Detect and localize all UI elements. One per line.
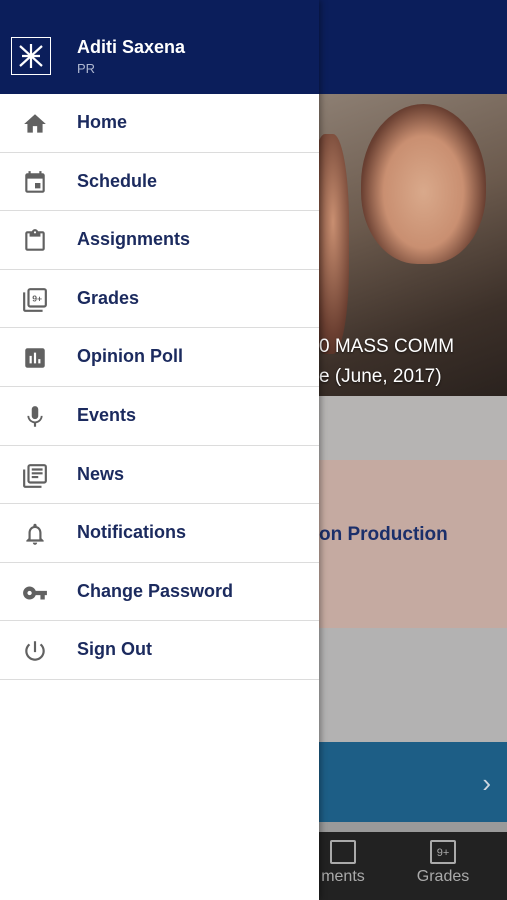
navigation-drawer: Aditi Saxena PR Home Schedule Assignment…: [0, 0, 319, 900]
hero-person-partial: [319, 134, 349, 354]
hero-subtitle: e (June, 2017): [319, 366, 442, 387]
info-bar[interactable]: ›: [319, 742, 507, 822]
menu-item-label: News: [77, 463, 125, 484]
menu-item-label: Home: [77, 112, 128, 132]
hero-title: 0 MASS COMM: [319, 336, 455, 357]
clipboard-icon: [330, 840, 356, 864]
calendar-icon: [22, 170, 48, 196]
grades-icon: 9+: [430, 840, 456, 864]
grades-badge-text: 9+: [32, 293, 42, 303]
menu-item-label: Notifications: [77, 522, 187, 543]
menu-item-grades[interactable]: 9+ Grades: [0, 270, 319, 329]
menu-item-label: Grades: [77, 287, 140, 308]
menu-item-sign-out[interactable]: Sign Out: [0, 621, 319, 680]
user-name: Aditi Saxena: [77, 37, 186, 57]
menu-item-label: Events: [77, 404, 137, 425]
drawer-menu: Home Schedule Assignments 9+ Grades Opin…: [0, 94, 319, 680]
section-divider: [319, 628, 507, 742]
user-role: PR: [77, 61, 96, 76]
power-icon: [22, 638, 48, 664]
bottom-nav-assignments-label: ments: [321, 868, 365, 885]
bell-icon: [22, 521, 48, 547]
menu-item-notifications[interactable]: Notifications: [0, 504, 319, 563]
menu-item-label: Change Password: [77, 580, 234, 601]
logo-icon: [11, 37, 51, 75]
home-icon: [22, 111, 48, 137]
grades-icon: 9+: [22, 287, 48, 313]
menu-item-change-password[interactable]: Change Password: [0, 563, 319, 622]
hero-banner[interactable]: 0 MASS COMM e (June, 2017): [319, 94, 507, 396]
poll-icon: [22, 345, 48, 371]
bottom-nav-assignments[interactable]: ments: [313, 840, 373, 886]
key-icon: [22, 580, 48, 606]
menu-item-home[interactable]: Home: [0, 94, 319, 153]
hero-person-photo: [361, 104, 486, 264]
menu-item-label: Opinion Poll: [77, 346, 183, 367]
section-divider: [319, 822, 507, 832]
clipboard-icon: [22, 228, 48, 254]
chevron-right-icon: ›: [482, 768, 491, 798]
bottom-nav-grades-label: Grades: [416, 868, 470, 885]
drawer-header: Aditi Saxena PR: [0, 0, 319, 94]
section-divider: [319, 396, 507, 460]
menu-item-schedule[interactable]: Schedule: [0, 153, 319, 212]
menu-item-label: Sign Out: [77, 639, 152, 660]
menu-item-news[interactable]: News: [0, 446, 319, 505]
microphone-icon: [22, 404, 48, 430]
menu-item-events[interactable]: Events: [0, 387, 319, 446]
bottom-nav-grades[interactable]: 9+ Grades: [413, 840, 473, 886]
course-title: on Production: [319, 524, 448, 545]
course-card[interactable]: on Production: [319, 460, 507, 628]
menu-item-assignments[interactable]: Assignments: [0, 211, 319, 270]
menu-item-label: Assignments: [77, 229, 191, 250]
menu-item-label: Schedule: [77, 170, 158, 191]
news-icon: [22, 463, 48, 489]
bottom-nav: ments 9+ Grades: [319, 832, 507, 900]
menu-item-opinion-poll[interactable]: Opinion Poll: [0, 328, 319, 387]
